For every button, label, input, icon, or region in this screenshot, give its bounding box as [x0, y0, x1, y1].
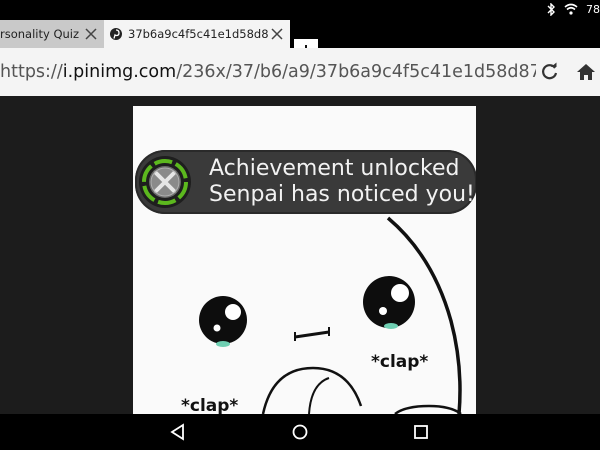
back-icon[interactable] — [168, 422, 188, 442]
achievement-banner: Achievement unlocked Senpai has noticed … — [135, 150, 476, 214]
close-icon[interactable] — [268, 25, 286, 43]
clap-text-left: *clap* — [181, 396, 239, 414]
wifi-icon — [564, 3, 578, 15]
tab-strip: rsonality Quiz 37b6a9c4f5c41e1d58d8762 — [0, 18, 600, 63]
achievement-title: Achievement unlocked — [209, 156, 460, 181]
achievement-text: Achievement unlocked Senpai has noticed … — [209, 156, 475, 208]
achievement-subtitle: Senpai has noticed you! — [209, 182, 475, 207]
pinterest-icon — [110, 28, 122, 40]
reload-icon[interactable] — [540, 62, 560, 82]
page-viewport: Achievement unlocked Senpai has noticed … — [0, 96, 600, 414]
tab-title: 37b6a9c4f5c41e1d58d8762 — [128, 27, 268, 41]
url-scheme: https:// — [0, 62, 63, 82]
system-nav-bar — [0, 414, 600, 450]
recents-icon[interactable] — [411, 422, 431, 442]
bluetooth-icon — [547, 2, 555, 16]
tab-current-image[interactable]: 37b6a9c4f5c41e1d58d8762 — [104, 20, 290, 48]
status-icons: 78 — [546, 2, 600, 16]
tab-personality-quiz[interactable]: rsonality Quiz — [0, 20, 104, 48]
close-icon[interactable] — [82, 25, 100, 43]
status-bar: 78 — [0, 0, 600, 18]
xbox-icon — [139, 156, 191, 208]
battery-text: 78 — [586, 2, 600, 16]
clap-text-right: *clap* — [371, 352, 429, 372]
address-bar: https://i.pinimg.com/236x/37/b6/a9/37b6a… — [0, 48, 600, 96]
meme-image: Achievement unlocked Senpai has noticed … — [133, 106, 476, 414]
url-path: /236x/37/b6/a9/37b6a9c4f5c41e1d58d876247… — [176, 62, 536, 82]
home-icon[interactable] — [576, 62, 596, 82]
home-circle-icon[interactable] — [290, 422, 310, 442]
url-host: i.pinimg.com — [62, 62, 177, 82]
tab-title: rsonality Quiz — [0, 27, 80, 41]
url-field[interactable]: https://i.pinimg.com/236x/37/b6/a9/37b6a… — [0, 58, 536, 86]
